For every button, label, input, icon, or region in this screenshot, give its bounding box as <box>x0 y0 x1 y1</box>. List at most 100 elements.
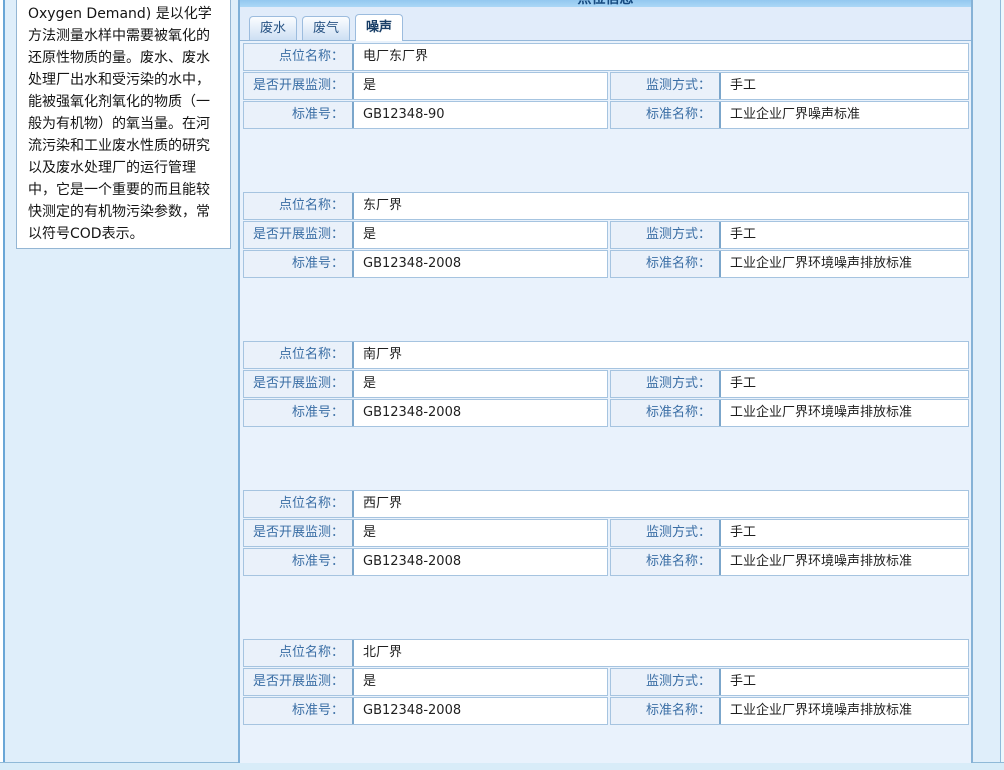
standard-no-label: 标准号： <box>244 549 354 575</box>
standard-no-value: GB12348-2008 <box>354 400 607 426</box>
standard-name-label: 标准名称： <box>611 102 721 128</box>
point-name-row: 点位名称： 西厂界 <box>243 490 969 518</box>
standard-name-cellbox: 标准名称： 工业企业厂界噪声标准 <box>610 101 969 129</box>
monitoring-method-label: 监测方式： <box>611 371 721 397</box>
point-name-label: 点位名称： <box>244 640 354 666</box>
monitoring-method-cellbox: 监测方式： 手工 <box>610 370 969 398</box>
standard-name-cellbox: 标准名称： 工业企业厂界环境噪声排放标准 <box>610 250 969 278</box>
standard-name-cellbox: 标准名称： 工业企业厂界环境噪声排放标准 <box>610 697 969 725</box>
standard-name-value: 工业企业厂界环境噪声排放标准 <box>721 400 968 426</box>
point-name-cellbox: 点位名称： 东厂界 <box>243 192 969 220</box>
standard-name-cellbox: 标准名称： 工业企业厂界环境噪声排放标准 <box>610 548 969 576</box>
standard-name-value: 工业企业厂界环境噪声排放标准 <box>721 251 968 277</box>
monitoring-method-label: 监测方式： <box>611 520 721 546</box>
monitoring-row: 是否开展监测： 是 监测方式： 手工 <box>243 221 969 249</box>
standard-name-value: 工业企业厂界环境噪声排放标准 <box>721 549 968 575</box>
monitoring-conducted-value: 是 <box>354 371 607 397</box>
monitoring-method-cellbox: 监测方式： 手工 <box>610 519 969 547</box>
standard-name-label: 标准名称： <box>611 400 721 426</box>
monitoring-conducted-cellbox: 是否开展监测： 是 <box>243 519 608 547</box>
monitoring-method-label: 监测方式： <box>611 669 721 695</box>
point-name-value: 西厂界 <box>354 491 968 517</box>
monitoring-row: 是否开展监测： 是 监测方式： 手工 <box>243 72 969 100</box>
standard-no-cellbox: 标准号： GB12348-2008 <box>243 399 608 427</box>
point-name-label: 点位名称： <box>244 193 354 219</box>
standard-row: 标准号： GB12348-2008 标准名称： 工业企业厂界环境噪声排放标准 <box>243 548 969 576</box>
point-name-row: 点位名称： 南厂界 <box>243 341 969 369</box>
monitoring-method-label: 监测方式： <box>611 222 721 248</box>
standard-no-label: 标准号： <box>244 400 354 426</box>
point-info-block: 点位名称： 西厂界 是否开展监测： 是 监测方式： 手工 标准号： GB1234… <box>243 490 969 576</box>
point-name-label: 点位名称： <box>244 342 354 368</box>
monitoring-conducted-label: 是否开展监测： <box>244 520 354 546</box>
point-name-value: 南厂界 <box>354 342 968 368</box>
point-name-label: 点位名称： <box>244 491 354 517</box>
standard-no-cellbox: 标准号： GB12348-2008 <box>243 697 608 725</box>
point-info-block: 点位名称： 东厂界 是否开展监测： 是 监测方式： 手工 标准号： GB1234… <box>243 192 969 278</box>
monitoring-conducted-cellbox: 是否开展监测： 是 <box>243 370 608 398</box>
points-list: 点位名称： 电厂东厂界 是否开展监测： 是 监测方式： 手工 标准号： GB12… <box>240 41 971 762</box>
monitoring-method-value: 手工 <box>721 669 968 695</box>
standard-no-label: 标准号： <box>244 102 354 128</box>
standard-name-value: 工业企业厂界噪声标准 <box>721 102 968 128</box>
monitoring-conducted-label: 是否开展监测： <box>244 73 354 99</box>
standard-name-label: 标准名称： <box>611 698 721 724</box>
monitoring-method-cellbox: 监测方式： 手工 <box>610 668 969 696</box>
tab-noise[interactable]: 噪声 <box>355 14 403 41</box>
point-name-cellbox: 点位名称： 北厂界 <box>243 639 969 667</box>
tab-strip: 废水废气噪声 <box>240 7 971 41</box>
cod-description-text: Oxygen Demand) 是以化学方法测量水样中需要被氧化的还原性物质的量。… <box>28 3 222 245</box>
standard-row: 标准号： GB12348-2008 标准名称： 工业企业厂界环境噪声排放标准 <box>243 250 969 278</box>
standard-name-value: 工业企业厂界环境噪声排放标准 <box>721 698 968 724</box>
monitoring-conducted-value: 是 <box>354 73 607 99</box>
point-name-row: 点位名称： 北厂界 <box>243 639 969 667</box>
monitoring-method-value: 手工 <box>721 222 968 248</box>
monitoring-conducted-value: 是 <box>354 222 607 248</box>
standard-no-cellbox: 标准号： GB12348-2008 <box>243 250 608 278</box>
monitoring-row: 是否开展监测： 是 监测方式： 手工 <box>243 519 969 547</box>
monitoring-conducted-cellbox: 是否开展监测： 是 <box>243 72 608 100</box>
point-name-row: 点位名称： 东厂界 <box>243 192 969 220</box>
point-name-value: 电厂东厂界 <box>354 44 968 70</box>
point-name-cellbox: 点位名称： 电厂东厂界 <box>243 43 969 71</box>
monitoring-method-cellbox: 监测方式： 手工 <box>610 221 969 249</box>
point-name-row: 点位名称： 电厂东厂界 <box>243 43 969 71</box>
standard-no-value: GB12348-90 <box>354 102 607 128</box>
tab-waste-gas[interactable]: 废气 <box>302 16 350 40</box>
standard-name-label: 标准名称： <box>611 251 721 277</box>
standard-no-label: 标准号： <box>244 251 354 277</box>
monitoring-conducted-value: 是 <box>354 520 607 546</box>
monitoring-conducted-value: 是 <box>354 669 607 695</box>
monitoring-row: 是否开展监测： 是 监测方式： 手工 <box>243 668 969 696</box>
point-name-label: 点位名称： <box>244 44 354 70</box>
monitoring-method-label: 监测方式： <box>611 73 721 99</box>
sidebar-info-box: Oxygen Demand) 是以化学方法测量水样中需要被氧化的还原性物质的量。… <box>16 0 231 249</box>
monitoring-conducted-label: 是否开展监测： <box>244 669 354 695</box>
point-name-value: 北厂界 <box>354 640 968 666</box>
standard-name-label: 标准名称： <box>611 549 721 575</box>
point-name-cellbox: 点位名称： 西厂界 <box>243 490 969 518</box>
point-info-panel: 点位信息 废水废气噪声 点位名称： 电厂东厂界 是否开展监测： 是 监测方式： … <box>238 0 973 763</box>
standard-no-value: GB12348-2008 <box>354 698 607 724</box>
panel-title: 点位信息 <box>240 0 971 7</box>
monitoring-method-value: 手工 <box>721 371 968 397</box>
monitoring-conducted-label: 是否开展监测： <box>244 222 354 248</box>
page-bottom-strip <box>0 763 1004 770</box>
standard-no-cellbox: 标准号： GB12348-2008 <box>243 548 608 576</box>
tab-wastewater[interactable]: 废水 <box>249 16 297 40</box>
standard-row: 标准号： GB12348-2008 标准名称： 工业企业厂界环境噪声排放标准 <box>243 399 969 427</box>
point-info-block: 点位名称： 南厂界 是否开展监测： 是 监测方式： 手工 标准号： GB1234… <box>243 341 969 427</box>
monitoring-method-value: 手工 <box>721 73 968 99</box>
panel-title-bar: 点位信息 <box>240 0 971 7</box>
standard-no-value: GB12348-2008 <box>354 549 607 575</box>
monitoring-method-value: 手工 <box>721 520 968 546</box>
point-info-block: 点位名称： 北厂界 是否开展监测： 是 监测方式： 手工 标准号： GB1234… <box>243 639 969 725</box>
standard-name-cellbox: 标准名称： 工业企业厂界环境噪声排放标准 <box>610 399 969 427</box>
point-name-value: 东厂界 <box>354 193 968 219</box>
monitoring-conducted-cellbox: 是否开展监测： 是 <box>243 221 608 249</box>
monitoring-method-cellbox: 监测方式： 手工 <box>610 72 969 100</box>
standard-no-value: GB12348-2008 <box>354 251 607 277</box>
monitoring-conducted-label: 是否开展监测： <box>244 371 354 397</box>
standard-row: 标准号： GB12348-90 标准名称： 工业企业厂界噪声标准 <box>243 101 969 129</box>
standard-no-cellbox: 标准号： GB12348-90 <box>243 101 608 129</box>
